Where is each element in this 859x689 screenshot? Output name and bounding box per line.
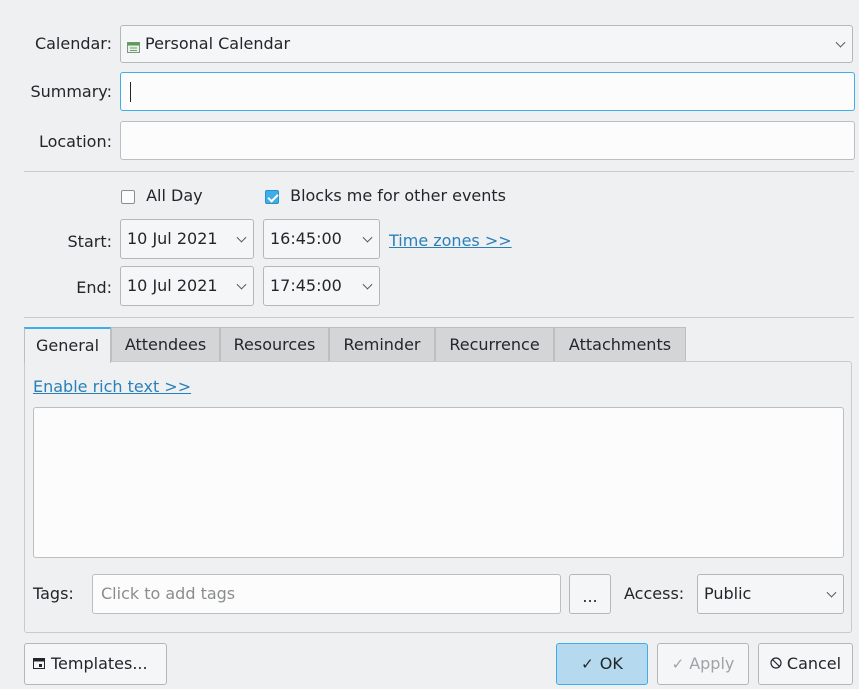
templates-label: Templates... — [51, 654, 148, 673]
checkbox-icon — [121, 189, 135, 204]
tags-placeholder: Click to add tags — [101, 584, 236, 603]
cancel-label: Cancel — [786, 654, 842, 673]
calendar-select[interactable]: Personal Calendar — [120, 25, 853, 63]
end-label: End: — [76, 278, 112, 297]
templates-icon — [33, 654, 45, 674]
end-date-value: 10 Jul 2021 — [127, 276, 218, 295]
location-input[interactable] — [120, 121, 855, 160]
chevron-down-icon — [236, 279, 247, 290]
checkbox-checked-icon — [265, 189, 279, 204]
tab-attachments[interactable]: Attachments — [554, 327, 686, 362]
chevron-down-icon — [835, 37, 846, 48]
ok-label: OK — [599, 654, 623, 673]
start-label: Start: — [67, 232, 112, 251]
divider — [24, 317, 854, 318]
calendar-icon — [127, 38, 140, 53]
chevron-down-icon — [362, 279, 373, 290]
apply-label: Apply — [689, 654, 735, 673]
tab-recurrence[interactable]: Recurrence — [435, 327, 554, 362]
ok-button[interactable]: ✓ OK — [556, 643, 648, 685]
summary-label: Summary: — [30, 82, 112, 101]
divider — [24, 171, 854, 172]
end-date-select[interactable]: 10 Jul 2021 — [120, 266, 254, 306]
end-time-value: 17:45:00 — [270, 276, 342, 295]
start-date-select[interactable]: 10 Jul 2021 — [120, 219, 254, 259]
templates-button[interactable]: Templates... — [24, 643, 167, 685]
tags-input[interactable]: Click to add tags — [92, 574, 561, 614]
tab-resources[interactable]: Resources — [220, 327, 329, 362]
description-editor[interactable] — [33, 407, 844, 558]
location-label: Location: — [38, 132, 112, 151]
tags-more-button[interactable]: ... — [569, 574, 611, 614]
apply-button[interactable]: ✓ Apply — [657, 643, 749, 685]
access-select[interactable]: Public — [697, 574, 844, 614]
access-select-value: Public — [704, 584, 752, 603]
end-time-select[interactable]: 17:45:00 — [263, 266, 380, 306]
all-day-label: All Day — [146, 186, 203, 205]
cancel-button[interactable]: Cancel — [758, 643, 853, 685]
check-icon: ✓ — [671, 655, 685, 673]
check-icon: ✓ — [581, 655, 594, 673]
chevron-down-icon — [826, 587, 837, 598]
cancel-icon — [770, 654, 782, 674]
tab-general[interactable]: General — [24, 327, 111, 363]
blocks-checkbox[interactable]: Blocks me for other events — [265, 186, 506, 206]
all-day-checkbox[interactable]: All Day — [121, 186, 203, 206]
chevron-down-icon — [362, 232, 373, 243]
text-cursor — [130, 82, 131, 102]
tags-more-label: ... — [582, 587, 598, 606]
blocks-label: Blocks me for other events — [290, 186, 507, 205]
calendar-label: Calendar: — [34, 34, 112, 53]
start-date-value: 10 Jul 2021 — [127, 229, 218, 248]
summary-input[interactable] — [120, 72, 855, 111]
general-tab-panel: Enable rich text >> Tags: Click to add t… — [24, 361, 852, 633]
start-time-select[interactable]: 16:45:00 — [263, 219, 380, 259]
tab-reminder[interactable]: Reminder — [329, 327, 435, 362]
start-time-value: 16:45:00 — [270, 229, 342, 248]
chevron-down-icon — [236, 232, 247, 243]
tab-attendees[interactable]: Attendees — [111, 327, 220, 362]
access-label: Access: — [624, 584, 685, 603]
enable-rich-text-link[interactable]: Enable rich text >> — [33, 377, 191, 397]
tags-label: Tags: — [33, 584, 74, 603]
calendar-select-value: Personal Calendar — [145, 34, 291, 53]
time-zones-link[interactable]: Time zones >> — [389, 231, 512, 251]
